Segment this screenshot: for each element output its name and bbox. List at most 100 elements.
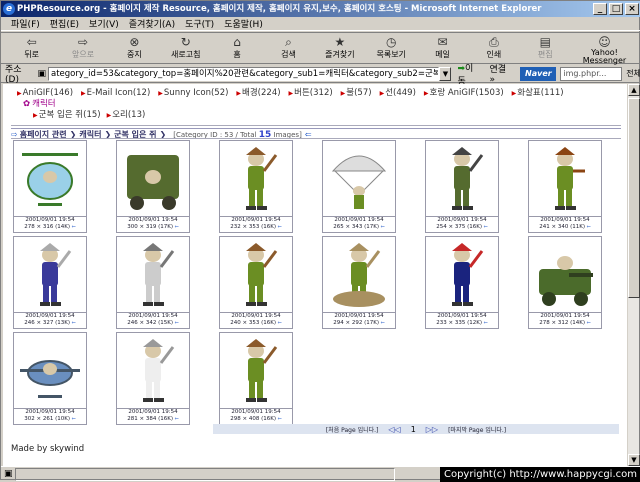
category-list: AniGIF(146) E-Mail Icon(12) Sunny Icon(5… [17,88,617,121]
character-image [539,256,593,306]
category-link[interactable]: Sunny Icon(52) [158,88,229,99]
image-thumbnail[interactable] [13,332,87,409]
image-meta: 2001/09/01 19:54 278 × 316 (14K) [13,217,87,233]
image-date: 2001/09/01 19:54 [231,313,281,319]
forward-button[interactable]: ⇨ 앞으로 [60,33,105,63]
category-link[interactable]: 버튼(312) [289,88,333,99]
category-link[interactable]: 불(57) [341,88,371,99]
menu-view[interactable]: 보기(V) [89,17,119,30]
character-image [331,155,387,209]
category-link[interactable]: 화살표(111) [512,88,563,99]
image-cell: 2001/09/01 19:54 241 × 340 (11K) [526,139,627,235]
image-thumbnail[interactable] [116,236,190,313]
image-date: 2001/09/01 19:54 [25,313,75,319]
menu-help[interactable]: 도움말(H) [224,17,263,30]
image-size: 246 × 342 (15K) [117,320,189,327]
menu-favorites[interactable]: 즐겨찾기(A) [129,17,175,30]
subcategory-link[interactable]: 군복 입은 쥐(15) [33,110,101,121]
image-meta: 2001/09/01 19:54 240 × 353 (16K) [219,313,293,329]
mail-button[interactable]: ✉ 메일 [420,33,465,63]
image-thumbnail[interactable] [528,140,602,217]
image-thumbnail[interactable] [425,140,499,217]
menu-tools[interactable]: 도구(T) [185,17,214,30]
home-label: 홈 [233,50,241,59]
category-folder-character[interactable]: 캐릭터 [23,99,617,110]
image-thumbnail[interactable] [219,332,293,409]
home-button[interactable]: ⌂ 홈 [214,33,259,63]
image-thumbnail[interactable] [528,236,602,313]
maximize-button[interactable]: □ [609,3,623,15]
minimize-button[interactable]: _ [593,3,607,15]
image-size: 302 × 261 (10K) [14,416,86,423]
favorites-button[interactable]: ★ 즐겨찾기 [317,33,362,63]
image-thumbnail[interactable] [116,140,190,217]
category-link[interactable]: 배경(224) [236,88,281,99]
image-thumbnail[interactable] [322,140,396,217]
image-thumbnail[interactable] [13,140,87,217]
edit-label: 편집 [537,50,553,59]
category-link[interactable]: AniGIF(146) [17,88,73,99]
menu-file[interactable]: 파일(F) [11,17,40,30]
pager-prev-button[interactable]: ◁◁ [388,425,400,434]
image-thumbnail[interactable] [116,332,190,409]
image-thumbnail[interactable] [322,236,396,313]
naver-all-button[interactable]: 전체 [626,68,640,79]
character-image [40,243,72,306]
vertical-scrollbar[interactable]: ▲ ▼ [627,84,640,466]
naver-search-input[interactable]: img.phpr... [560,66,623,81]
pager-current-page[interactable]: 1 [411,425,416,434]
image-cell: 2001/09/01 19:54 294 × 292 (17K) [320,235,423,331]
refresh-button[interactable]: ↻ 새로고침 [163,33,208,63]
pager-next-button[interactable]: ▷▷ [426,425,438,434]
image-meta: 2001/09/01 19:54 278 × 312 (14K) [528,313,602,329]
image-date: 2001/09/01 19:54 [437,217,487,223]
image-cell: 2001/09/01 19:54 233 × 335 (12K) [423,235,526,331]
image-meta: 2001/09/01 19:54 232 × 353 (16K) [219,217,293,233]
image-cell: 2001/09/01 19:54 246 × 327 (13K) [11,235,114,331]
category-link[interactable]: E-Mail Icon(12) [81,88,151,99]
address-input[interactable]: ategory_id=53&category_top=홈페이지%20관련&cat… [47,66,440,81]
refresh-icon: ↻ [180,35,191,49]
image-thumbnail[interactable] [219,140,293,217]
print-button[interactable]: ⎙ 인쇄 [471,33,516,63]
image-meta: 2001/09/01 19:54 300 × 319 (17K) [116,217,190,233]
links-button[interactable]: 연결 » [490,62,515,85]
scroll-up-button[interactable]: ▲ [628,84,640,96]
go-button[interactable]: ➡이동 [457,61,481,87]
edit-button[interactable]: ▤ 편집 [523,33,568,63]
messenger-button[interactable]: ☺ Yahoo! Messenger [574,33,635,65]
image-size: 232 × 353 (16K) [220,224,292,231]
image-thumbnail[interactable] [219,236,293,313]
scroll-down-button[interactable]: ▼ [628,454,640,466]
stop-button[interactable]: ⊗ 중지 [112,33,157,63]
image-thumbnail[interactable] [13,236,87,313]
image-cell: 2001/09/01 19:54 281 × 384 (16K) [114,331,217,427]
address-bar: 주소(D) ▣ ategory_id=53&category_top=홈페이지%… [1,62,640,87]
image-meta: 2001/09/01 19:54 233 × 335 (12K) [425,313,499,329]
image-size: 300 × 319 (17K) [117,224,189,231]
menu-edit[interactable]: 편집(E) [50,17,79,30]
history-button[interactable]: ◷ 목록보기 [369,33,414,63]
category-link[interactable]: 호랑 AniGIF(1503) [424,88,504,99]
image-thumbnail[interactable] [425,236,499,313]
subcategory-link[interactable]: 오리(13) [107,110,145,121]
home-icon: ⌂ [233,35,241,49]
category-link[interactable]: 선(449) [380,88,416,99]
image-cell: 2001/09/01 19:54 300 × 319 (17K) [114,139,217,235]
scroll-thumb[interactable] [628,98,640,298]
image-date: 2001/09/01 19:54 [540,217,590,223]
address-dropdown-button[interactable]: ▼ [439,66,452,81]
image-size: 281 × 384 (16K) [117,416,189,423]
search-button[interactable]: ⌕ 검색 [266,33,311,63]
window-title: PHPResource.org - 홈페이지 제작 Resource, 홈페이지… [17,4,542,14]
back-button[interactable]: ⇦ 뒤로 [9,33,54,63]
search-label: 검색 [281,50,296,59]
close-button[interactable]: × [625,3,639,15]
status-bar: ▣ Copyright(c) http://www.happycgi.com [1,466,640,482]
image-meta: 2001/09/01 19:54 246 × 342 (15K) [116,313,190,329]
subcategory-row: 군복 입은 쥐(15) 오리(13) [33,110,617,121]
naver-toolbar-logo[interactable]: Naver [520,66,557,81]
image-meta: 2001/09/01 19:54 246 × 327 (13K) [13,313,87,329]
image-size: 246 × 327 (13K) [14,320,86,327]
back-label: 뒤로 [24,50,40,59]
